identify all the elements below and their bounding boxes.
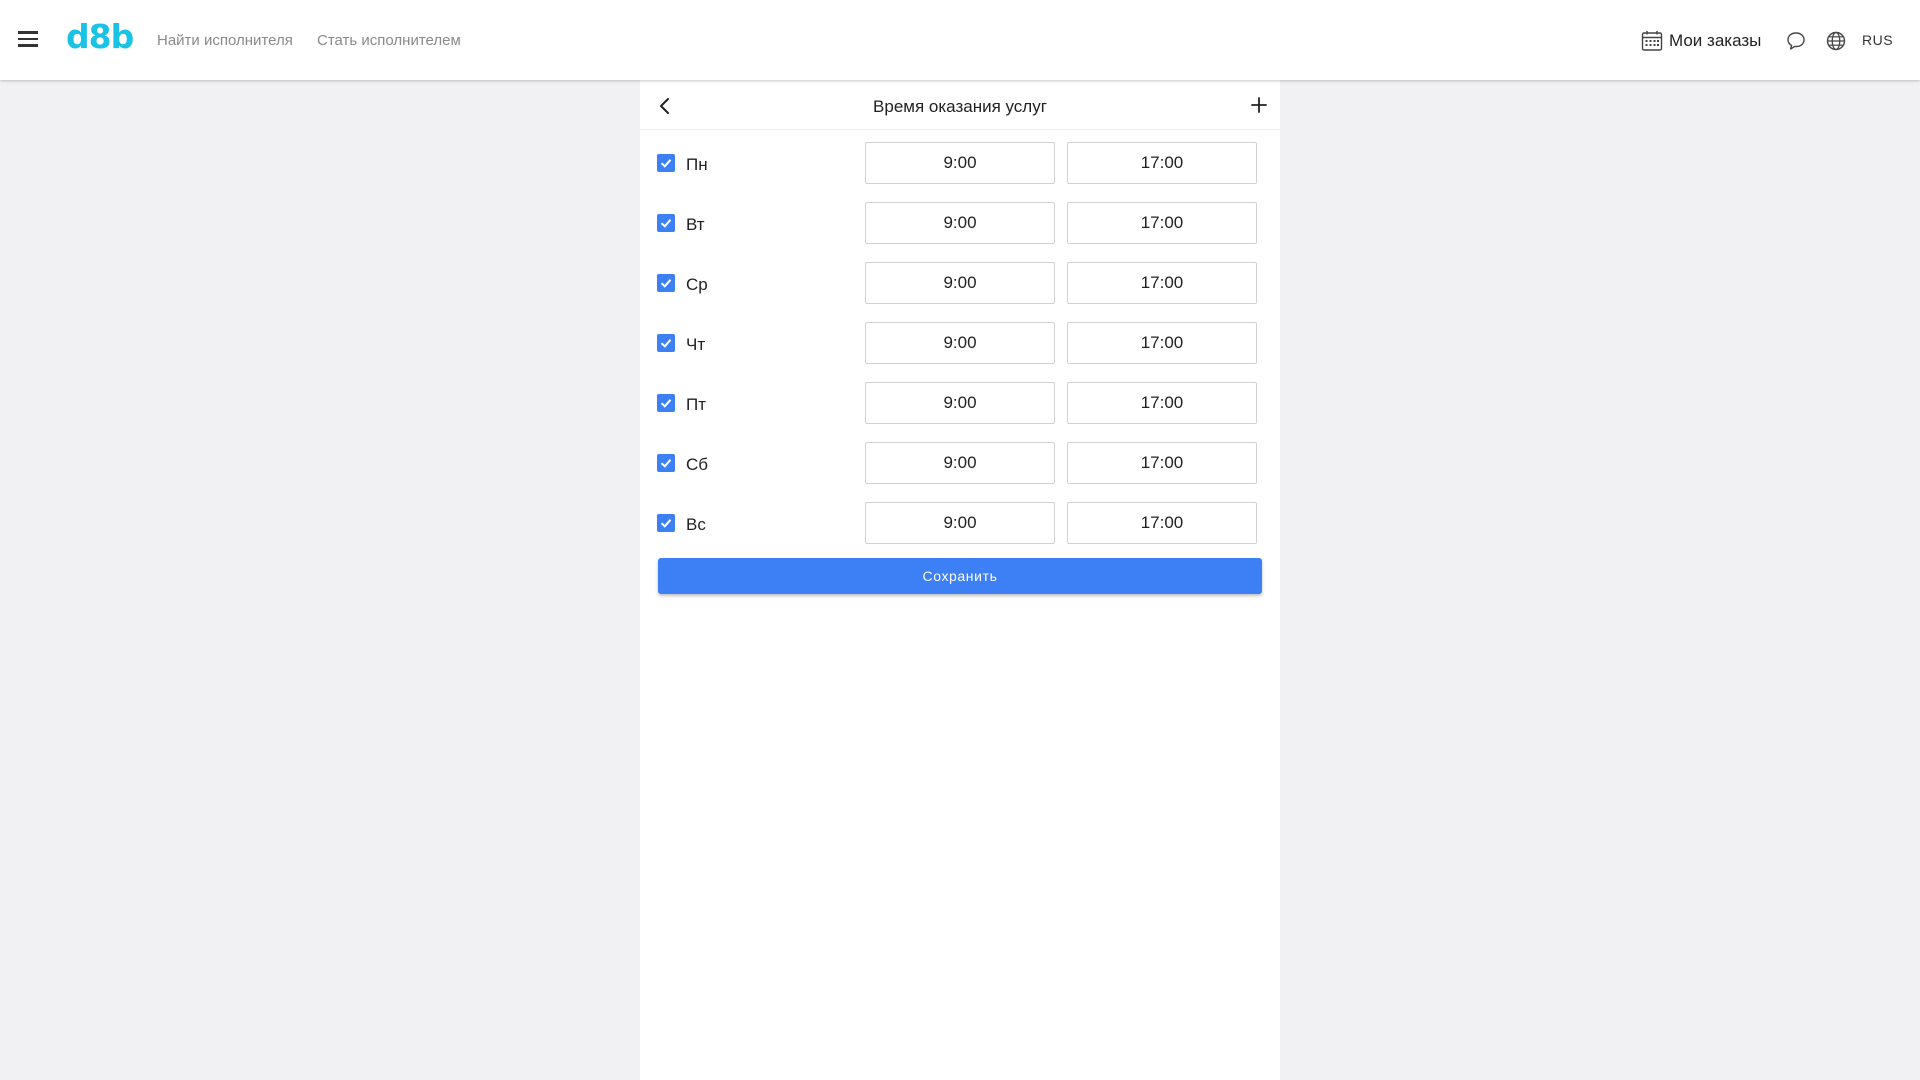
my-orders-button[interactable]: Мои заказы bbox=[1641, 28, 1761, 54]
hamburger-menu-icon[interactable] bbox=[16, 29, 40, 51]
end-time-field[interactable]: 17:00 bbox=[1067, 322, 1257, 364]
schedule-row-mon: Пн 9:00 17:00 bbox=[640, 142, 1280, 184]
save-button[interactable]: Сохранить bbox=[658, 558, 1262, 594]
nav-become-performer[interactable]: Стать исполнителем bbox=[317, 32, 461, 49]
schedule-row-sun: Вс 9:00 17:00 bbox=[640, 502, 1280, 544]
plus-icon[interactable] bbox=[1248, 94, 1270, 116]
day-label: Чт bbox=[686, 335, 706, 354]
end-time-field[interactable]: 17:00 bbox=[1067, 262, 1257, 304]
start-time-field[interactable]: 9:00 bbox=[865, 382, 1055, 424]
start-time-field[interactable]: 9:00 bbox=[865, 262, 1055, 304]
schedule-row-wed: Ср 9:00 17:00 bbox=[640, 262, 1280, 304]
day-checkbox[interactable] bbox=[657, 154, 675, 172]
day-checkbox[interactable] bbox=[657, 454, 675, 472]
checkmark-icon bbox=[660, 339, 672, 348]
panel-header: Время оказания услуг bbox=[640, 80, 1280, 130]
day-label: Сб bbox=[686, 455, 709, 474]
start-time-field[interactable]: 9:00 bbox=[865, 142, 1055, 184]
end-time-field[interactable]: 17:00 bbox=[1067, 502, 1257, 544]
language-selector[interactable]: RUS bbox=[1862, 32, 1893, 48]
start-time-field[interactable]: 9:00 bbox=[865, 502, 1055, 544]
start-time-field[interactable]: 9:00 bbox=[865, 442, 1055, 484]
schedule-row-fri: Пт 9:00 17:00 bbox=[640, 382, 1280, 424]
checkmark-icon bbox=[660, 519, 672, 528]
service-hours-panel: Время оказания услуг Пн 9:00 17:00 Вт 9:… bbox=[640, 80, 1280, 1080]
nav-find-performer[interactable]: Найти исполнителя bbox=[157, 32, 293, 49]
chat-icon[interactable] bbox=[1785, 30, 1807, 52]
day-label: Ср bbox=[686, 275, 708, 294]
day-checkbox[interactable] bbox=[657, 394, 675, 412]
calendar-icon bbox=[1641, 31, 1663, 51]
schedule-row-sat: Сб 9:00 17:00 bbox=[640, 442, 1280, 484]
checkmark-icon bbox=[660, 459, 672, 468]
day-label: Вс bbox=[686, 515, 706, 534]
start-time-field[interactable]: 9:00 bbox=[865, 322, 1055, 364]
checkmark-icon bbox=[660, 159, 672, 168]
start-time-field[interactable]: 9:00 bbox=[865, 202, 1055, 244]
globe-icon[interactable] bbox=[1825, 30, 1847, 52]
my-orders-label: Мои заказы bbox=[1669, 31, 1762, 50]
day-label: Пн bbox=[686, 155, 708, 174]
day-label: Пт bbox=[686, 395, 707, 414]
end-time-field[interactable]: 17:00 bbox=[1067, 142, 1257, 184]
schedule-row-tue: Вт 9:00 17:00 bbox=[640, 202, 1280, 244]
checkmark-icon bbox=[660, 219, 672, 228]
checkmark-icon bbox=[660, 399, 672, 408]
day-checkbox[interactable] bbox=[657, 214, 675, 232]
day-label: Вт bbox=[686, 215, 705, 234]
schedule-row-thu: Чт 9:00 17:00 bbox=[640, 322, 1280, 364]
logo[interactable]: d8b bbox=[66, 17, 134, 56]
schedule-list: Пн 9:00 17:00 Вт 9:00 17:00 Ср 9:00 17:0… bbox=[640, 142, 1280, 562]
end-time-field[interactable]: 17:00 bbox=[1067, 382, 1257, 424]
top-bar: d8b Найти исполнителя Стать исполнителем… bbox=[0, 0, 1920, 80]
end-time-field[interactable]: 17:00 bbox=[1067, 202, 1257, 244]
page-title: Время оказания услуг bbox=[873, 97, 1047, 116]
day-checkbox[interactable] bbox=[657, 274, 675, 292]
day-checkbox[interactable] bbox=[657, 514, 675, 532]
checkmark-icon bbox=[660, 279, 672, 288]
end-time-field[interactable]: 17:00 bbox=[1067, 442, 1257, 484]
day-checkbox[interactable] bbox=[657, 334, 675, 352]
